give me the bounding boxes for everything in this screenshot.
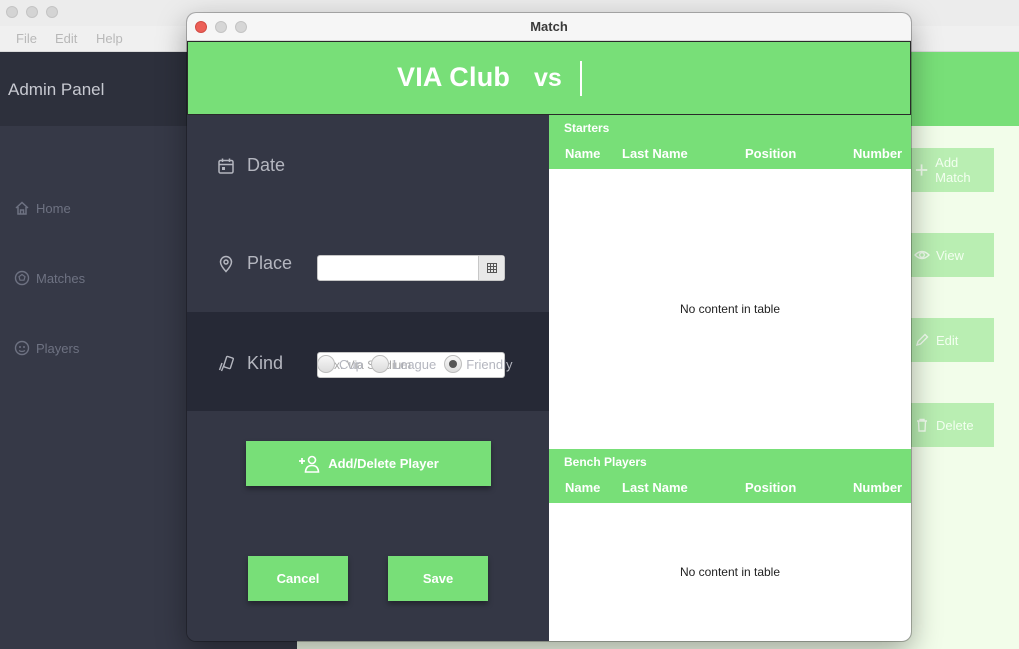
- vs-label: vs: [534, 64, 562, 92]
- menu-help[interactable]: Help: [96, 31, 123, 46]
- sidebar-item-matches[interactable]: Matches: [14, 270, 85, 286]
- save-label: Save: [422, 571, 454, 586]
- match-dialog: Match VIA Club vs Date Place Kind: [187, 13, 911, 641]
- minimize-window-button[interactable]: [26, 6, 38, 18]
- kind-row: Kind: [217, 353, 283, 374]
- edit-label: Edit: [936, 332, 959, 348]
- date-label: Date: [247, 155, 286, 175]
- column-header-position[interactable]: Position: [745, 480, 796, 495]
- opponent-text-cursor[interactable]: [580, 61, 582, 96]
- radio-button-selected[interactable]: [444, 355, 463, 373]
- menu-file[interactable]: File: [16, 31, 37, 46]
- add-match-label: Add Match: [935, 155, 971, 185]
- radio-label: Friendly: [466, 356, 513, 372]
- dialog-title: Match: [530, 19, 568, 34]
- plus-icon: [915, 164, 928, 176]
- kind-option-friendly[interactable]: Friendly: [444, 355, 513, 373]
- add-delete-player-label: Add/Delete Player: [328, 456, 439, 471]
- dialog-titlebar: Match: [187, 13, 911, 41]
- date-picker[interactable]: [317, 255, 505, 281]
- sidebar-title: Admin Panel: [8, 80, 105, 99]
- location-pin-icon: [219, 255, 233, 273]
- match-header: VIA Club vs: [187, 41, 911, 115]
- radio-label: Cup: [339, 356, 363, 372]
- calendar-icon: [218, 158, 234, 174]
- date-picker-button[interactable]: [478, 256, 504, 280]
- radio-label: League: [392, 356, 437, 372]
- soccer-ball-icon: [14, 270, 30, 286]
- column-header-position[interactable]: Position: [745, 146, 796, 161]
- column-header-name[interactable]: Name: [565, 146, 600, 161]
- bench-table-body[interactable]: No content in table: [549, 503, 911, 641]
- bench-players-table: Bench Players Name Last Name Position Nu…: [549, 449, 911, 641]
- calendar-grid-icon: [486, 263, 497, 273]
- radio-button[interactable]: [370, 355, 389, 373]
- bench-title: Bench Players: [549, 449, 911, 474]
- player-icon: [14, 340, 30, 356]
- starters-table: Starters Name Last Name Position Number …: [549, 115, 911, 449]
- close-window-button[interactable]: [6, 6, 18, 18]
- starters-header-row: Name Last Name Position Number: [549, 140, 911, 169]
- add-delete-player-button[interactable]: Add/Delete Player: [246, 441, 491, 486]
- empty-table-message: No content in table: [679, 302, 781, 316]
- match-form-panel: Date Place Kind Cup League: [187, 115, 549, 641]
- home-icon: [15, 201, 29, 215]
- sidebar-item-label: Home: [36, 200, 71, 216]
- empty-table-message: No content in table: [679, 565, 781, 579]
- cancel-label: Cancel: [276, 571, 320, 586]
- sidebar-item-home[interactable]: Home: [14, 200, 71, 216]
- home-team-name: VIA Club: [397, 62, 511, 92]
- kind-option-cup[interactable]: Cup: [317, 355, 363, 373]
- sidebar-item-label: Players: [36, 340, 80, 356]
- bench-header-row: Name Last Name Position Number: [549, 474, 911, 503]
- pencil-icon: [915, 333, 929, 347]
- menu-edit[interactable]: Edit: [55, 31, 77, 46]
- cards-icon: [218, 355, 234, 371]
- starters-title: Starters: [549, 115, 911, 140]
- column-header-number[interactable]: Number: [853, 480, 902, 495]
- save-button[interactable]: Save: [388, 556, 488, 601]
- view-label: View: [936, 247, 964, 263]
- radio-button[interactable]: [317, 355, 335, 373]
- place-row: Place: [217, 253, 292, 274]
- kind-radio-group: Cup League Friendly: [317, 355, 521, 373]
- column-header-number[interactable]: Number: [853, 146, 902, 161]
- column-header-last-name[interactable]: Last Name: [622, 480, 688, 495]
- place-label: Place: [247, 253, 293, 273]
- kind-label: Kind: [247, 353, 284, 373]
- delete-label: Delete: [936, 417, 974, 433]
- date-row: Date: [217, 155, 285, 176]
- cancel-button[interactable]: Cancel: [248, 556, 348, 601]
- zoom-window-button[interactable]: [46, 6, 58, 18]
- add-user-icon: [299, 455, 320, 473]
- column-header-name[interactable]: Name: [565, 480, 600, 495]
- column-header-last-name[interactable]: Last Name: [622, 146, 688, 161]
- starters-table-body[interactable]: No content in table: [549, 169, 911, 449]
- radio-selected-dot: [449, 360, 458, 368]
- eye-icon: [914, 250, 930, 260]
- sidebar-item-players[interactable]: Players: [14, 340, 79, 356]
- trash-icon: [917, 418, 927, 432]
- sidebar-item-label: Matches: [36, 270, 86, 286]
- kind-option-league[interactable]: League: [370, 355, 437, 373]
